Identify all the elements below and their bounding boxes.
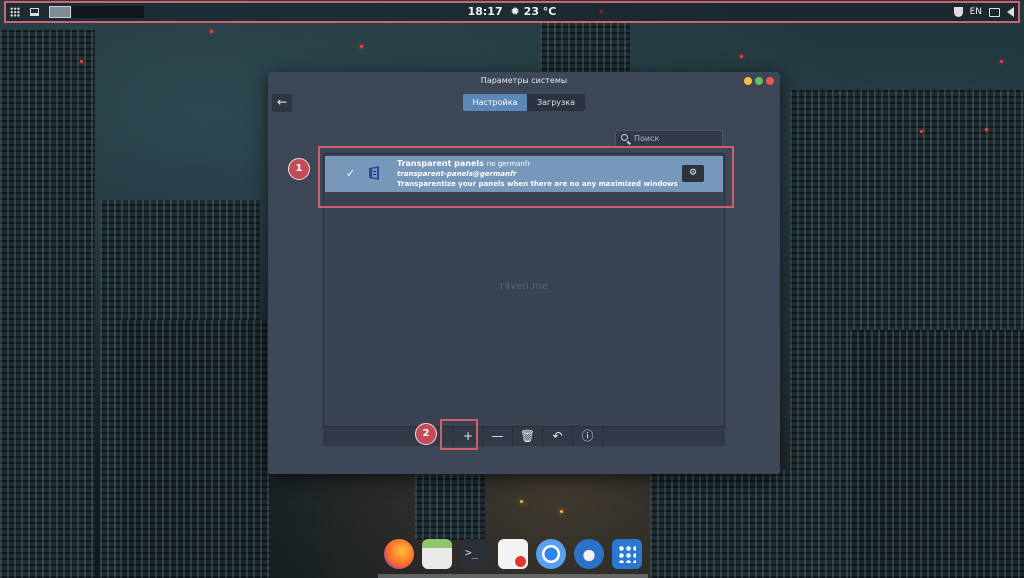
restore-button[interactable]: ↶: [543, 427, 573, 447]
search-input[interactable]: Поиск: [615, 130, 723, 147]
thunderbird-icon[interactable]: [574, 539, 604, 569]
tab-bar: Настройка Загрузка: [463, 94, 585, 111]
search-icon: [621, 134, 628, 141]
clock[interactable]: 18:17: [468, 5, 503, 18]
tab-manage[interactable]: Настройка: [463, 94, 527, 111]
list-toolbar: + — 🗑 ↶ ⓘ: [323, 426, 725, 447]
firefox-icon[interactable]: [384, 539, 414, 569]
temperature[interactable]: 23 °C: [524, 5, 557, 18]
info-icon: ⓘ: [581, 429, 594, 443]
annotation-badge-2: 2: [415, 423, 437, 445]
minimize-button[interactable]: [744, 77, 752, 85]
files-icon[interactable]: [422, 539, 452, 569]
back-button[interactable]: ←: [272, 94, 292, 112]
annotation-badge-1: 1: [288, 158, 310, 180]
highlight-box-2: [440, 419, 478, 450]
dock-indicator: [378, 574, 648, 578]
uninstall-button[interactable]: 🗑: [513, 427, 543, 447]
undo-icon: ↶: [552, 429, 563, 443]
window-titlebar[interactable]: Параметры системы: [268, 72, 780, 90]
search-placeholder: Поиск: [634, 134, 660, 143]
trash-icon: 🗑: [519, 429, 536, 443]
terminal-icon[interactable]: >_: [460, 539, 490, 569]
dock: >_: [378, 539, 648, 578]
remove-icon: —: [491, 429, 504, 443]
highlight-box-1: [318, 146, 734, 208]
software-icon[interactable]: [612, 539, 642, 569]
window-title: Параметры системы: [480, 76, 568, 85]
top-panel: 18:17 ✹ 23 °C EN: [4, 1, 1020, 23]
watermark: r4ven.me: [500, 281, 548, 292]
text-editor-icon[interactable]: [498, 539, 528, 569]
clock-weather[interactable]: 18:17 ✹ 23 °C: [6, 5, 1018, 18]
remove-button[interactable]: —: [483, 427, 513, 447]
maximize-button[interactable]: [755, 77, 763, 85]
tab-download[interactable]: Загрузка: [527, 94, 585, 111]
close-button[interactable]: [766, 77, 774, 85]
info-button[interactable]: ⓘ: [573, 427, 603, 447]
sun-icon: ✹: [510, 5, 520, 18]
chromium-icon[interactable]: [536, 539, 566, 569]
system-settings-window: Параметры системы ← Настройка Загрузка П…: [268, 72, 780, 474]
arrow-left-icon: ←: [276, 95, 288, 109]
